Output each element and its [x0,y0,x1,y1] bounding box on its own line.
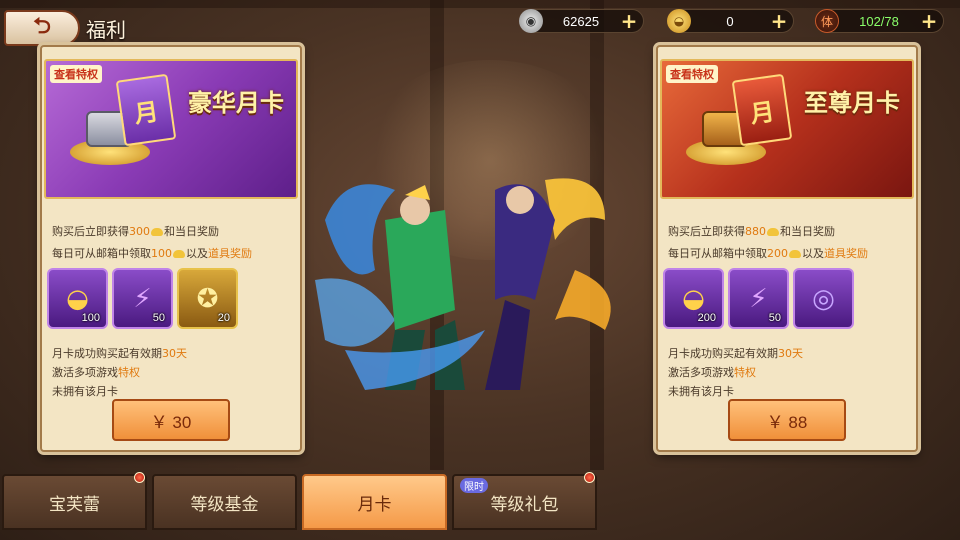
add-coin-button[interactable]: + [619,9,639,33]
month-glyph: 月 [132,96,161,129]
purple-crystal-icon: ⚡ [749,283,768,314]
validity-line: 月卡成功购买起有效期30天 [668,347,803,360]
reward-items: ◒ 100 ⚡ 50 ✪ 20 [47,268,238,329]
month-card-icon: 月 [115,73,177,147]
month-glyph: 月 [748,96,777,129]
tab-level-fund[interactable]: 等级基金 [152,474,297,530]
heroes-illustration [315,178,611,390]
activate-line: 激活多项游戏特权 [668,366,756,379]
item-quantity: 20 [217,312,230,324]
page-title: 福利 [86,18,126,42]
reward-item-crystal[interactable]: ⚡ 50 [728,268,789,329]
reward-item-ingot[interactable]: ◒ 200 [663,268,724,329]
gold-ingot-icon [767,228,779,236]
gold-ingot-icon: ◒ [66,283,89,314]
luxury-month-card-panel: 查看特权 月 豪华月卡 购买后立即获得300 和当日奖励 每日可从邮箱中领取100… [40,45,302,452]
coin-counter: ◉ 62625 + [519,9,644,33]
reward-items: ◒ 200 ⚡ 50 ◎ [663,268,854,329]
notification-dot-icon [134,472,145,483]
tab-treasure[interactable]: 宝芙蕾 [2,472,147,530]
purple-orb-icon: ◎ [812,283,835,314]
card-title: 至尊月卡 [804,89,900,117]
gold-ingot-icon: ◒ [682,283,705,314]
tab-label: 等级基金 [190,494,259,515]
stamina-counter: 体 102/78 + [815,9,944,33]
view-privilege-tag[interactable]: 查看特权 [666,65,718,83]
buy-supreme-card-button[interactable]: ￥ 88 [728,399,846,441]
background-beam [0,0,960,8]
gold-medallion-icon: ✪ [196,283,219,314]
tab-month-card[interactable]: 月卡 [302,474,447,530]
ownership-status: 未拥有该月卡 [52,385,118,398]
buy-luxury-card-button[interactable]: ￥ 30 [112,399,230,441]
gold-ingot-icon: ◒ [667,9,691,33]
gold-ingot-icon [151,228,163,236]
purple-crystal-icon: ⚡ [133,283,152,314]
reward-item-medallion[interactable]: ✪ 20 [177,268,238,329]
reward-item-ingot[interactable]: ◒ 100 [47,268,108,329]
ingot-value: 0 [726,13,734,29]
supreme-card-banner[interactable]: 查看特权 月 至尊月卡 [660,59,914,199]
activate-line: 激活多项游戏特权 [52,366,140,379]
ingot-counter: ◒ 0 + [667,9,794,33]
purchase-reward-line: 购买后立即获得880 和当日奖励 [668,225,835,238]
gold-ingot-icon [789,250,801,258]
gold-ingot-icon [173,250,185,258]
item-quantity: 200 [697,312,716,324]
reward-item-orb[interactable]: ◎ [793,268,854,329]
reward-item-crystal[interactable]: ⚡ 50 [112,268,173,329]
item-quantity: 100 [81,312,100,324]
view-privilege-tag[interactable]: 查看特权 [50,65,102,83]
add-stamina-button[interactable]: + [919,9,939,33]
luxury-card-banner[interactable]: 查看特权 月 豪华月卡 [44,59,298,199]
purchase-reward-line: 购买后立即获得300 和当日奖励 [52,225,219,238]
tab-label: 宝芙蕾 [49,494,100,515]
tab-level-gift[interactable]: 限时 等级礼包 [452,472,597,530]
coin-value: 62625 [562,13,600,29]
item-quantity: 50 [152,312,165,324]
daily-reward-line: 每日可从邮箱中领取200 以及道具奖励 [668,247,868,260]
validity-line: 月卡成功购买起有效期30天 [52,347,187,360]
month-card-icon: 月 [731,73,793,147]
tab-label: 月卡 [357,494,392,515]
back-arrow-icon: ⮌ [33,14,51,39]
item-quantity: 50 [768,312,781,324]
limited-time-tag: 限时 [460,478,488,493]
silver-coin-icon: ◉ [519,9,543,33]
back-button[interactable]: ⮌ [4,10,80,46]
tab-label: 等级礼包 [490,494,559,515]
supreme-month-card-panel: 查看特权 月 至尊月卡 购买后立即获得880 和当日奖励 每日可从邮箱中领取200… [656,45,918,452]
daily-reward-line: 每日可从邮箱中领取100 以及道具奖励 [52,247,252,260]
stamina-icon: 体 [815,9,839,33]
add-ingot-button[interactable]: + [769,9,789,33]
stamina-value: 102/78 [859,13,899,29]
notification-dot-icon [584,472,595,483]
ownership-status: 未拥有该月卡 [668,385,734,398]
card-title: 豪华月卡 [188,89,284,117]
